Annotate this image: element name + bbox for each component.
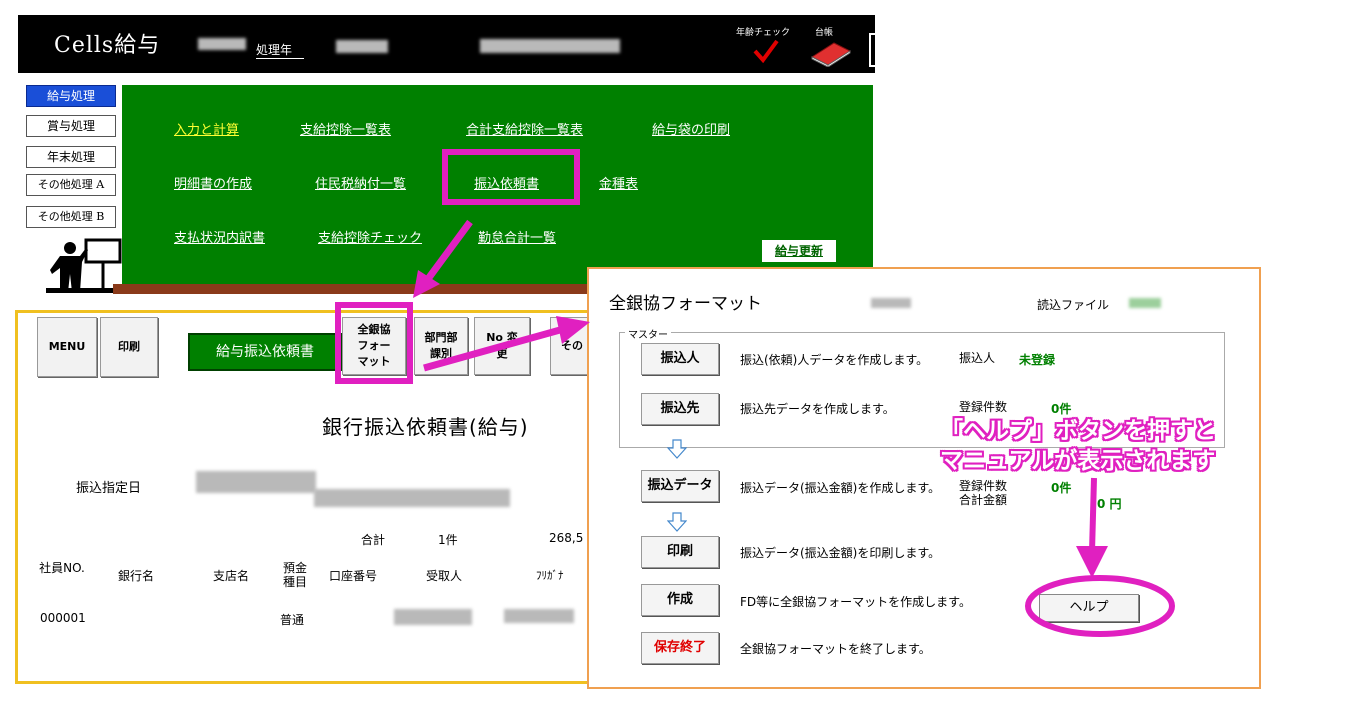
document-title: 銀行振込依頼書(給与) — [322, 415, 529, 439]
total-count: 1件 — [438, 533, 458, 547]
salary-transfer-title-button[interactable]: 給与振込依頼書 — [188, 333, 342, 371]
remitter-label: 振込人 — [959, 351, 996, 365]
transfer-data-button[interactable]: 振込データ — [641, 470, 719, 502]
create-button[interactable]: 作成 — [641, 584, 719, 616]
payee-button[interactable]: 振込先 — [641, 393, 719, 425]
print-data-desc: 振込データ(振込金額)を印刷します。 — [740, 546, 941, 560]
menu-statement-create[interactable]: 明細書の作成 — [174, 173, 252, 192]
redacted-recipient — [394, 609, 472, 625]
age-check-label: 年齢チェック — [736, 28, 791, 38]
callout-line-1: 「ヘルプ」ボタンを押すと — [940, 418, 1216, 444]
transfer-total-label: 合計金額 — [959, 493, 1008, 507]
designated-date-label: 振込指定日 — [76, 481, 142, 496]
remitter-button[interactable]: 振込人 — [641, 343, 719, 375]
menu-pay-envelope-print[interactable]: 給与袋の印刷 — [652, 119, 730, 138]
menu-attendance-total-list[interactable]: 勤怠合計一覧 — [478, 227, 556, 246]
save-exit-desc: 全銀協フォーマットを終了します。 — [740, 642, 931, 656]
redacted-read-file — [1129, 298, 1161, 308]
column-branch-name: 支店名 — [213, 569, 250, 583]
total-label: 合計 — [361, 533, 386, 547]
column-employee-no: 社員NO. — [39, 561, 85, 575]
menu-payment-deduction-list[interactable]: 支給控除一覧表 — [300, 119, 391, 138]
column-recipient: 受取人 — [426, 569, 463, 583]
payee-desc: 振込先データを作成します。 — [740, 402, 895, 416]
down-arrow-icon — [667, 512, 687, 532]
remitter-status: 未登録 — [1019, 353, 1056, 367]
read-file-label: 読込ファイル — [1037, 298, 1110, 312]
payee-count: 0件 — [1051, 402, 1072, 416]
window-edge — [869, 33, 877, 67]
master-legend: マスター — [625, 326, 671, 341]
redacted-furigana — [504, 609, 574, 623]
title-bar: Cells給与 処理年 年齢チェック 台帳 — [18, 15, 877, 73]
help-button[interactable]: ヘルプ — [1039, 594, 1139, 622]
redacted-requester — [314, 489, 510, 507]
menu-payment-status-detail[interactable]: 支払状況内訳書 — [174, 227, 265, 246]
create-desc: FD等に全銀協フォーマットを作成します。 — [740, 595, 971, 609]
book-icon[interactable] — [808, 39, 854, 67]
checkmark-icon[interactable] — [753, 39, 779, 63]
redacted-year — [336, 40, 388, 53]
column-bank-name: 銀行名 — [118, 569, 155, 583]
menu-button[interactable]: MENU — [37, 317, 97, 377]
highlight-zengin-format — [335, 302, 413, 384]
down-arrow-icon — [667, 439, 687, 459]
app-title: Cells給与 — [54, 33, 161, 58]
row-employee-no: 000001 — [40, 611, 86, 625]
column-account-type: 預金種目 — [282, 561, 307, 589]
payee-count-label: 登録件数 — [959, 400, 1008, 414]
transfer-request-window: MENU 印刷 給与振込依頼書 全銀協フォーマット 部門部課別 No 変更 その… — [15, 310, 601, 684]
redacted-date — [480, 39, 620, 53]
column-furigana: ﾌﾘｶﾞﾅ — [536, 569, 564, 582]
print-data-button[interactable]: 印刷 — [641, 536, 719, 568]
column-account-number: 口座番号 — [329, 569, 378, 583]
redacted-dialog-info — [871, 298, 911, 308]
transfer-data-desc: 振込データ(振込金額)を作成します。 — [740, 481, 941, 495]
no-change-button[interactable]: No 変更 — [474, 317, 530, 375]
row-account-type: 普通 — [280, 613, 305, 627]
remitter-desc: 振込(依頼)人データを作成します。 — [740, 353, 929, 367]
salary-update-button[interactable]: 給与更新 — [762, 240, 836, 262]
transfer-count: 0件 — [1051, 481, 1072, 495]
teacher-figure-icon — [46, 238, 122, 293]
menu-total-payment-deduction-list[interactable]: 合計支給控除一覧表 — [466, 119, 583, 138]
menu-input-calc[interactable]: 入力と計算 — [174, 119, 239, 138]
dialog-title: 全銀協フォーマット — [609, 294, 762, 314]
side-item-other-a[interactable]: その他処理 A — [26, 174, 116, 196]
side-item-salary[interactable]: 給与処理 — [26, 85, 116, 107]
side-item-year-end[interactable]: 年末処理 — [26, 146, 116, 168]
print-button[interactable]: 印刷 — [100, 317, 158, 377]
menu-payment-deduction-check[interactable]: 支給控除チェック — [318, 227, 422, 246]
side-item-other-b[interactable]: その他処理 B — [26, 206, 116, 228]
dept-section-button[interactable]: 部門部課別 — [414, 317, 468, 375]
side-item-bonus[interactable]: 賞与処理 — [26, 115, 116, 137]
total-amount: 268,5 — [549, 531, 584, 545]
menu-resident-tax-list[interactable]: 住民税納付一覧 — [315, 173, 406, 192]
callout-line-2: マニュアルが表示されます — [940, 448, 1216, 474]
help-callout: 「ヘルプ」ボタンを押すと マニュアルが表示されます — [940, 416, 1216, 476]
zengin-format-dialog: 全銀協フォーマット 読込ファイル マスター 振込人 振込(依頼)人データを作成し… — [587, 267, 1261, 689]
save-exit-button[interactable]: 保存終了 — [641, 632, 719, 664]
redacted-designated-date — [196, 471, 316, 493]
menu-denomination-table[interactable]: 金種表 — [599, 173, 638, 192]
ledger-label: 台帳 — [815, 28, 834, 38]
transfer-total: 0 円 — [1097, 497, 1122, 511]
highlight-transfer-request — [442, 149, 580, 205]
processing-year-label: 処理年 — [256, 41, 305, 59]
transfer-count-label: 登録件数 — [959, 479, 1008, 493]
redacted-company — [198, 38, 246, 50]
